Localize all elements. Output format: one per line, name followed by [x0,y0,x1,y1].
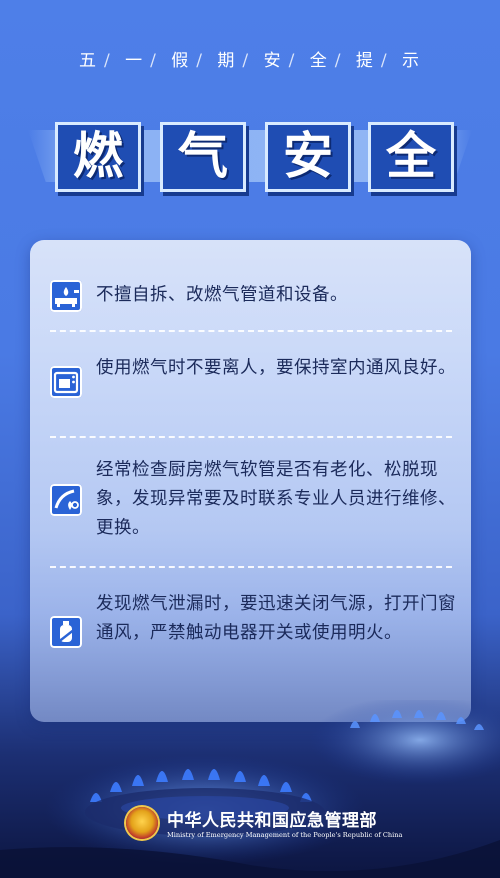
subtitle-char: 提 [355,51,375,71]
holiday-safety-subtitle: 五 / 一 / 假 / 期 / 安 / 全 / 提 / 示 [0,46,500,71]
subtitle-char: 期 [217,51,237,71]
national-emblem-icon [126,807,158,839]
title-char: 安 [265,122,351,192]
subtitle-char: 全 [309,51,329,71]
tip-text: 不擅自拆、改燃气管道和设备。 [96,285,348,305]
subtitle-char: 示 [401,51,421,71]
tip-text: 经常检查厨房燃气软管是否有老化、松脱现象，发现异常要及时联系专业人员进行维修、更… [96,460,456,538]
subtitle-char: 假 [171,51,191,71]
divider [50,436,452,438]
subtitle-char: 安 [263,51,283,71]
ministry-name: 中华人民共和国应急管理部 [167,811,377,831]
ministry-name-english: Ministry of Emergency Management of the … [167,831,403,839]
poster: 五 / 一 / 假 / 期 / 安 / 全 / 提 / 示 燃 气 安 全 不擅自拆、改燃气管… [0,0,500,878]
gas-stove-icon [50,280,82,312]
tip-text: 发现燃气泄漏时，要迅速关闭气源，打开门窗通风，严禁触动电器开关或使用明火。 [96,594,456,643]
gas-hose-icon [50,484,82,516]
gas-cylinder-icon [50,616,82,648]
oven-icon [50,366,82,398]
divider [50,566,452,568]
divider [50,330,452,332]
title-char: 全 [368,122,454,192]
tips-card: 不擅自拆、改燃气管道和设备。 使用燃气时不要离人，要保持室内通风良好。 经常检查… [30,240,471,722]
page-title: 燃 气 安 全 [0,118,500,192]
ministry-signature: 中华人民共和国应急管理部 Ministry of Emergency Manag… [0,804,500,854]
title-char: 气 [160,122,246,192]
tip-text: 使用燃气时不要离人，要保持室内通风良好。 [96,358,456,378]
subtitle-char: 五 [79,51,98,71]
title-char: 燃 [55,122,141,192]
subtitle-char: 一 [125,51,145,71]
